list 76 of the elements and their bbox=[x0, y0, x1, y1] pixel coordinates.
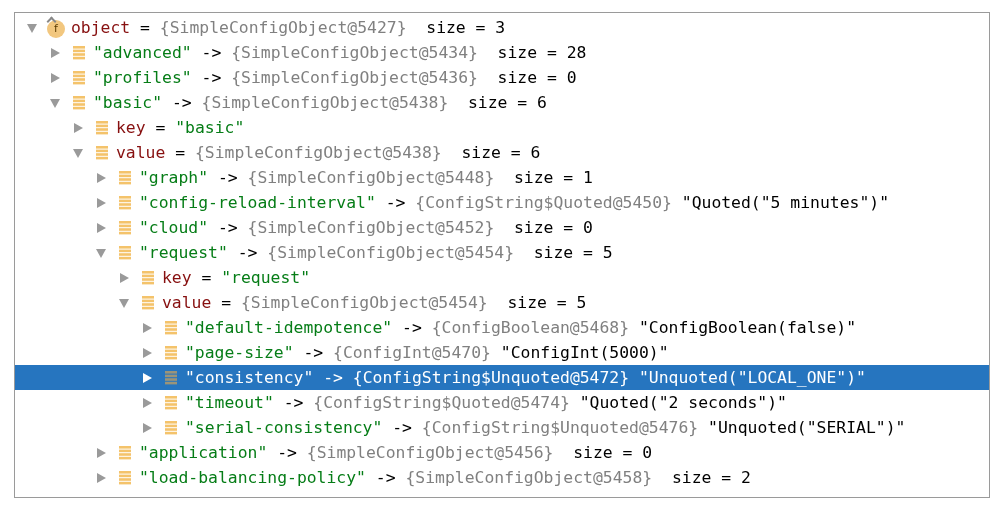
node-label: "serial-consistency" -> {ConfigString$Unquoted@5476} "Unquoted("SERIAL")" bbox=[185, 417, 906, 438]
expand-arrow-icon[interactable] bbox=[95, 446, 107, 459]
tree-row[interactable]: key = "request" bbox=[15, 265, 989, 290]
collapse-arrow-icon[interactable] bbox=[26, 21, 38, 34]
list-entry-icon bbox=[165, 395, 177, 410]
collapse-arrow-icon[interactable] bbox=[49, 96, 61, 109]
tree-row[interactable]: "basic" -> {SimpleConfigObject@5438} size = 6 bbox=[15, 90, 989, 115]
list-entry-icon bbox=[73, 95, 85, 110]
expand-arrow-icon[interactable] bbox=[141, 346, 153, 359]
tree-row[interactable]: key = "basic" bbox=[15, 115, 989, 140]
tree-row[interactable]: "load-balancing-policy" -> {SimpleConfigObject@5458} size = 2 bbox=[15, 465, 989, 490]
tree-row[interactable]: "graph" -> {SimpleConfigObject@5448} size = 1 bbox=[15, 165, 989, 190]
list-entry-icon bbox=[165, 345, 177, 360]
node-label: "cloud" -> {SimpleConfigObject@5452} size = 0 bbox=[139, 217, 593, 238]
list-entry-icon bbox=[119, 445, 131, 460]
expand-arrow-icon[interactable] bbox=[141, 321, 153, 334]
node-label: "timeout" -> {ConfigString$Quoted@5474} "Quoted("2 seconds")" bbox=[185, 392, 787, 413]
list-entry-icon bbox=[165, 420, 177, 435]
list-entry-icon bbox=[119, 470, 131, 485]
expand-arrow-icon[interactable] bbox=[72, 121, 84, 134]
expand-arrow-icon[interactable] bbox=[141, 396, 153, 409]
tree-row[interactable]: "default-idempotence" -> {ConfigBoolean@5468} "ConfigBoolean(false)" bbox=[15, 315, 989, 340]
expand-arrow-icon[interactable] bbox=[49, 71, 61, 84]
list-entry-icon bbox=[119, 220, 131, 235]
list-entry-icon bbox=[96, 120, 108, 135]
node-label: key = "basic" bbox=[116, 117, 245, 138]
tree-row[interactable]: "cloud" -> {SimpleConfigObject@5452} size = 0 bbox=[15, 215, 989, 240]
node-label: "profiles" -> {SimpleConfigObject@5436} size = 0 bbox=[93, 67, 577, 88]
expand-arrow-icon[interactable] bbox=[95, 171, 107, 184]
list-entry-icon bbox=[142, 270, 154, 285]
tree-row[interactable]: value = {SimpleConfigObject@5454} size = 5 bbox=[15, 290, 989, 315]
node-label: key = "request" bbox=[162, 267, 311, 288]
node-label: "request" -> {SimpleConfigObject@5454} size = 5 bbox=[139, 242, 613, 263]
node-label: "config-reload-interval" -> {ConfigString$Quoted@5450} "Quoted("5 minutes")" bbox=[139, 192, 889, 213]
tree-row[interactable]: "timeout" -> {ConfigString$Quoted@5474} "Quoted("2 seconds")" bbox=[15, 390, 989, 415]
tree-row[interactable]: "advanced" -> {SimpleConfigObject@5434} size = 28 bbox=[15, 40, 989, 65]
field-icon: f bbox=[47, 17, 67, 38]
node-label: "basic" -> {SimpleConfigObject@5438} size = 6 bbox=[93, 92, 547, 113]
node-label: "advanced" -> {SimpleConfigObject@5434} size = 28 bbox=[93, 42, 587, 63]
node-label: value = {SimpleConfigObject@5438} size = 6 bbox=[116, 142, 541, 163]
list-entry-icon bbox=[119, 195, 131, 210]
list-entry-icon bbox=[165, 320, 177, 335]
node-label: "page-size" -> {ConfigInt@5470} "ConfigInt(5000)" bbox=[185, 342, 669, 363]
node-label: "default-idempotence" -> {ConfigBoolean@5468} "ConfigBoolean(false)" bbox=[185, 317, 857, 338]
list-entry-icon bbox=[119, 170, 131, 185]
tree-row[interactable]: "config-reload-interval" -> {ConfigString$Quoted@5450} "Quoted("5 minutes")" bbox=[15, 190, 989, 215]
expand-arrow-icon[interactable] bbox=[95, 196, 107, 209]
list-entry-icon bbox=[73, 45, 85, 60]
selected-tree-row[interactable]: "consistency" -> {ConfigString$Unquoted@5472} "Unquoted("LOCAL_ONE")" bbox=[15, 365, 989, 390]
node-label: "consistency" -> {ConfigString$Unquoted@5472} "Unquoted("LOCAL_ONE")" bbox=[185, 367, 866, 388]
tree-row[interactable]: "request" -> {SimpleConfigObject@5454} size = 5 bbox=[15, 240, 989, 265]
tree-row[interactable]: "serial-consistency" -> {ConfigString$Unquoted@5476} "Unquoted("SERIAL")" bbox=[15, 415, 989, 440]
expand-arrow-icon[interactable] bbox=[95, 221, 107, 234]
collapse-arrow-icon[interactable] bbox=[72, 146, 84, 159]
list-entry-icon bbox=[96, 145, 108, 160]
tree-row[interactable]: f object = {SimpleConfigObject@5427} size = 3 bbox=[15, 15, 989, 40]
node-label: "graph" -> {SimpleConfigObject@5448} size = 1 bbox=[139, 167, 593, 188]
tree-row[interactable]: "application" -> {SimpleConfigObject@5456} size = 0 bbox=[15, 440, 989, 465]
list-entry-icon bbox=[73, 70, 85, 85]
expand-arrow-icon[interactable] bbox=[118, 271, 130, 284]
tree-row[interactable]: value = {SimpleConfigObject@5438} size = 6 bbox=[15, 140, 989, 165]
expand-arrow-icon[interactable] bbox=[95, 471, 107, 484]
list-entry-icon bbox=[119, 245, 131, 260]
node-label: object = {SimpleConfigObject@5427} size = 3 bbox=[71, 17, 506, 38]
collapse-arrow-icon[interactable] bbox=[95, 246, 107, 259]
collapse-arrow-icon[interactable] bbox=[118, 296, 130, 309]
node-label: "application" -> {SimpleConfigObject@5456} size = 0 bbox=[139, 442, 653, 463]
expand-arrow-icon[interactable] bbox=[141, 371, 153, 384]
node-label: "load-balancing-policy" -> {SimpleConfigObject@5458} size = 2 bbox=[139, 467, 751, 488]
list-entry-icon bbox=[142, 295, 154, 310]
tree-row[interactable]: "page-size" -> {ConfigInt@5470} "ConfigInt(5000)" bbox=[15, 340, 989, 365]
node-label: value = {SimpleConfigObject@5454} size = 5 bbox=[162, 292, 587, 313]
expand-arrow-icon[interactable] bbox=[141, 421, 153, 434]
tree-row[interactable]: "profiles" -> {SimpleConfigObject@5436} size = 0 bbox=[15, 65, 989, 90]
expand-arrow-icon[interactable] bbox=[49, 46, 61, 59]
list-entry-icon bbox=[165, 370, 177, 385]
